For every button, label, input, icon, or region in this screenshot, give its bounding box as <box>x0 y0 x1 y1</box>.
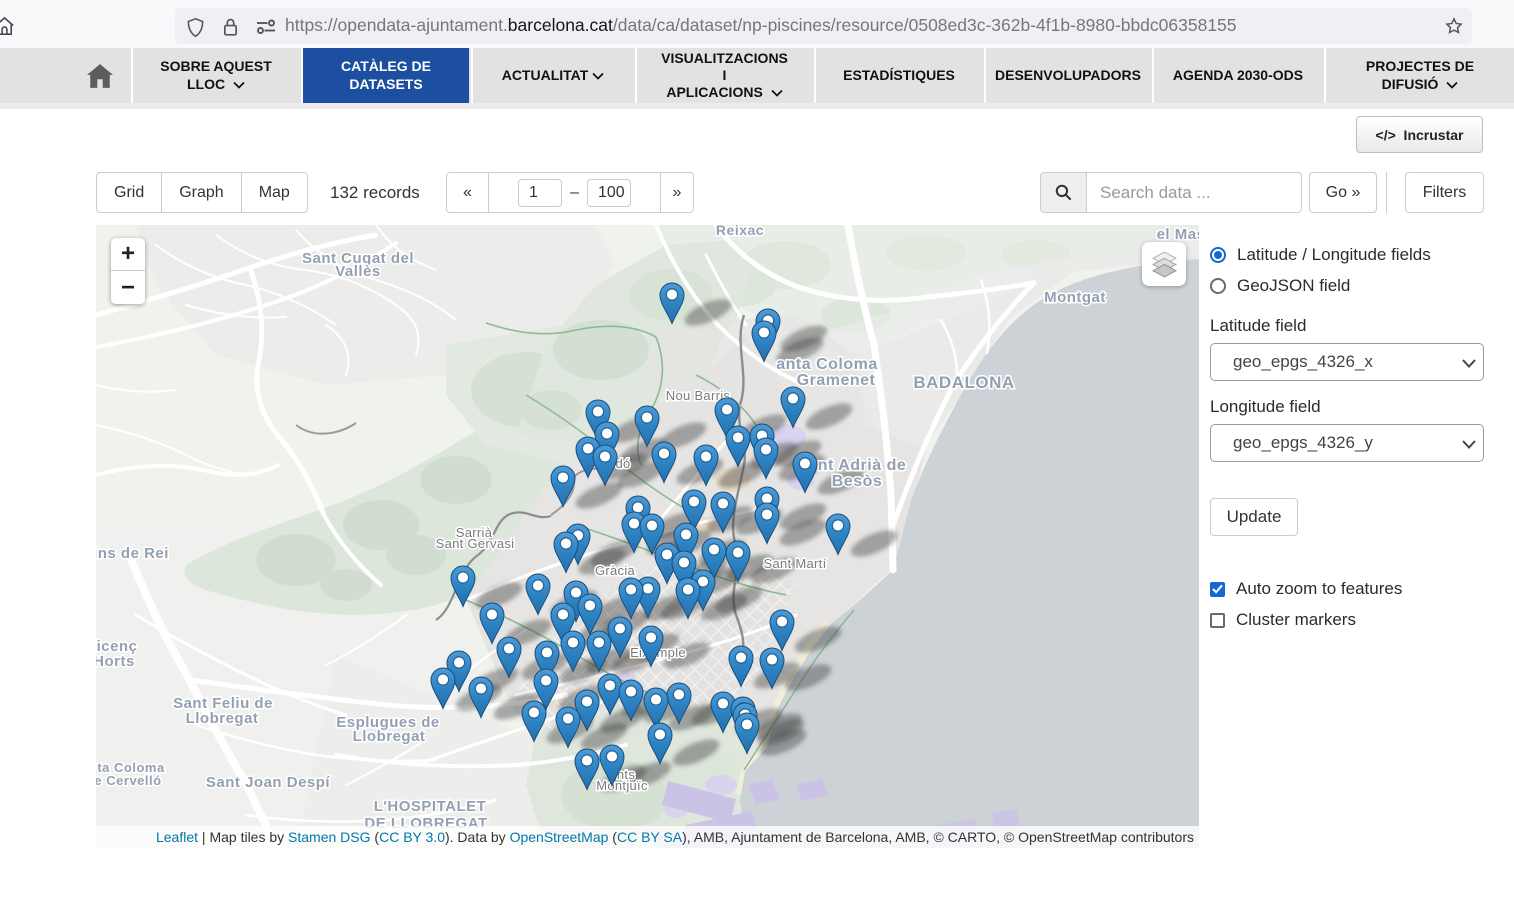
svg-text:Montgat: Montgat <box>1044 289 1106 306</box>
svg-text:Reixac: Reixac <box>716 225 764 238</box>
svg-text:Gramenet: Gramenet <box>797 372 876 389</box>
svg-text:Llobregat: Llobregat <box>186 710 259 727</box>
svg-text:dó: dó <box>615 456 630 471</box>
svg-text:L'HOSPITALET: L'HOSPITALET <box>374 798 487 815</box>
svg-text:anta Coloma: anta Coloma <box>776 356 878 373</box>
svg-text:Montjuïc: Montjuïc <box>596 778 648 793</box>
svg-text:el Mas: el Mas <box>1157 226 1199 243</box>
svg-text:Sant Joan Despí: Sant Joan Despí <box>206 774 331 791</box>
svg-text:Vallès: Vallès <box>335 263 381 280</box>
svg-text:nt Adrià de: nt Adrià de <box>818 457 906 474</box>
svg-text:BADALONA: BADALONA <box>913 373 1014 392</box>
svg-text:Gràcia: Gràcia <box>595 563 636 578</box>
svg-text:ins de Rei: ins de Rei <box>96 545 169 562</box>
svg-text:Horts: Horts <box>96 653 135 670</box>
svg-text:e Cervelló: e Cervelló <box>96 773 162 788</box>
svg-text:Sant Martí: Sant Martí <box>764 556 827 571</box>
svg-text:Sant Gervasi: Sant Gervasi <box>436 536 515 551</box>
svg-text:Besòs: Besòs <box>832 473 883 490</box>
svg-text:Llobregat: Llobregat <box>353 728 426 745</box>
